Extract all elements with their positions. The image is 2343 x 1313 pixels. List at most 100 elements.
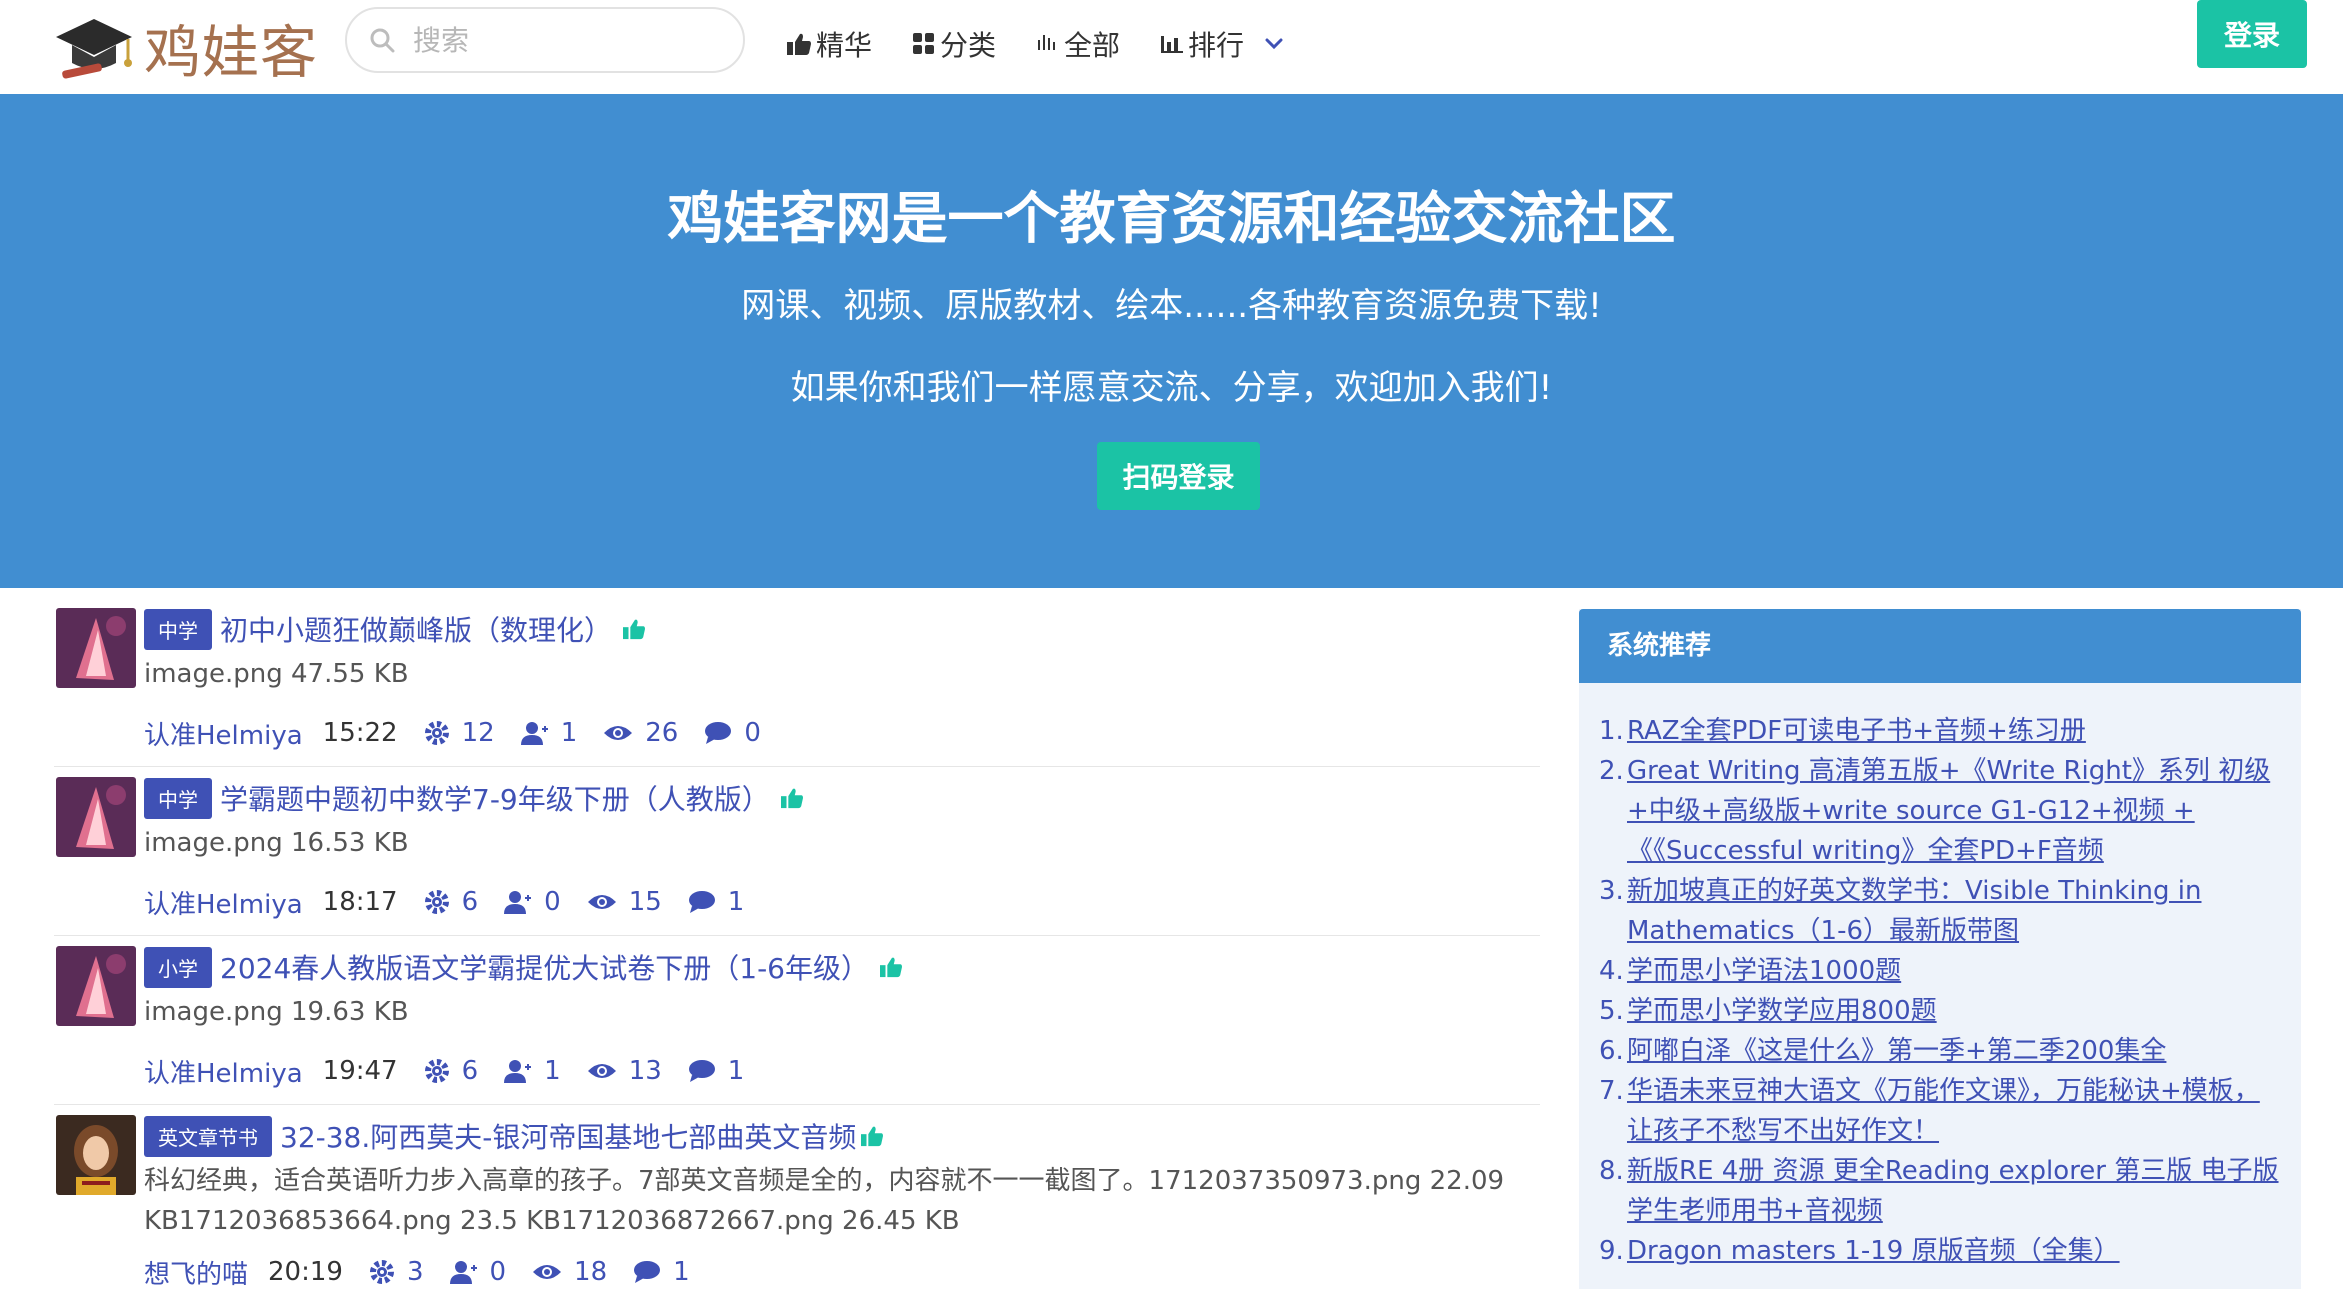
author-link[interactable]: 认准Helmiya — [144, 715, 303, 752]
eye-icon — [604, 726, 633, 740]
nav-ranking-label: 排行 — [1188, 29, 1245, 62]
nav-categories[interactable]: 分类 — [912, 24, 996, 64]
post-item: 英文章节书 32-38.阿西莫夫-银河帝国基地七部曲英文音频 科幻经典，适合英语… — [54, 1113, 1540, 1313]
site-logo[interactable]: 鸡娃客 — [52, 8, 318, 88]
gear-icon — [424, 890, 449, 914]
recommendation-list: 1. RAZ全套PDF可读电子书+音频+练习册 2. Great Writing 高… — [1579, 683, 2301, 1271]
nav-featured-label: 精华 — [816, 29, 873, 62]
like-count: 12 — [424, 718, 495, 748]
post-meta: 认准Helmiya 15:22 12 1 26 0 — [144, 708, 1540, 758]
like-count: 6 — [424, 1056, 478, 1086]
hero-banner: 鸡娃客网是一个教育资源和经验交流社区 网课、视频、原版教材、绘本......各种… — [0, 94, 2343, 588]
sidebar-title: 系统推荐 — [1579, 609, 2301, 683]
graduation-cap-icon — [56, 19, 132, 79]
recommend-link[interactable]: 阿嘟白泽《这是什么》第一季+第二季200集全 — [1627, 1031, 2166, 1071]
grid-icon — [913, 33, 935, 54]
post-item: 中学 学霸题中题初中数学7-9年级下册（人教版） image.png 16.53… — [54, 775, 1540, 936]
hero-title: 鸡娃客网是一个教育资源和经验交流社区 — [667, 187, 1676, 252]
comment-count: 1 — [688, 887, 744, 917]
search-icon — [370, 28, 395, 53]
eye-icon — [587, 1064, 616, 1078]
post-title-link[interactable]: 学霸题中题初中数学7-9年级下册（人教版） — [220, 778, 770, 818]
recommend-link[interactable]: 学而思小学语法1000题 — [1627, 951, 1901, 991]
post-feed: 中学 初中小题狂做巅峰版（数理化） image.png 47.55 KB 认准H… — [54, 606, 1540, 1313]
user-plus-icon — [504, 1060, 532, 1083]
logo-text: 鸡娃客 — [144, 20, 318, 86]
featured-thumbs-up-icon — [623, 619, 646, 640]
qr-login-button[interactable]: 扫码登录 — [1097, 442, 1260, 510]
featured-thumbs-up-icon — [880, 957, 902, 978]
avatar[interactable] — [56, 1115, 136, 1195]
list-item: 3. 新加坡真正的好英文数学书：Visible Thinking in Mathe… — [1599, 871, 2283, 951]
user-plus-icon — [504, 891, 532, 914]
gear-icon — [424, 1059, 449, 1083]
nav-all[interactable]: 全部 — [1036, 24, 1120, 64]
view-count: 13 — [587, 1056, 662, 1086]
chevron-down-icon[interactable] — [1262, 32, 1286, 56]
gear-icon — [424, 721, 449, 745]
follower-count: 0 — [449, 1257, 506, 1287]
author-link[interactable]: 认准Helmiya — [144, 884, 303, 921]
top-header: 鸡娃客 精华 分类 全部 — [0, 0, 2343, 94]
recommend-link[interactable]: Dragon masters 1-19 原版音频（全集） — [1627, 1231, 2120, 1271]
follower-count: 0 — [504, 887, 561, 917]
post-meta: 认准Helmiya 18:17 6 0 15 1 — [144, 877, 1540, 927]
thumbs-up-icon — [787, 33, 811, 55]
main-nav: 精华 分类 全部 排行 — [786, 20, 1330, 68]
nav-featured[interactable]: 精华 — [786, 24, 872, 64]
nav-ranking[interactable]: 排行 — [1160, 24, 1290, 64]
featured-thumbs-up-icon — [780, 788, 803, 809]
post-title-link[interactable]: 2024春人教版语文学霸提优大试卷下册（1-6年级） — [220, 947, 869, 987]
login-button[interactable]: 登录 — [2197, 0, 2307, 68]
eye-icon — [533, 1265, 562, 1279]
comment-count: 1 — [688, 1056, 744, 1086]
nav-all-label: 全部 — [1064, 29, 1121, 62]
category-tag[interactable]: 小学 — [144, 946, 212, 988]
bar-chart-icon — [1161, 36, 1184, 53]
comment-icon — [688, 1060, 715, 1082]
category-tag[interactable]: 英文章节书 — [144, 1115, 272, 1157]
category-tag[interactable]: 中学 — [144, 608, 212, 650]
post-description: 科幻经典，适合英语听力步入高章的孩子。7部英文音频是全的，内容就不一一截图了。1… — [144, 1166, 1505, 1236]
view-count: 15 — [587, 887, 662, 917]
recommend-link[interactable]: RAZ全套PDF可读电子书+音频+练习册 — [1627, 711, 2086, 751]
recommend-link[interactable]: 学而思小学数学应用800题 — [1627, 991, 1937, 1031]
avatar[interactable] — [56, 608, 136, 688]
post-description: image.png 47.55 KB — [144, 659, 409, 689]
search-box[interactable] — [345, 7, 745, 73]
view-count: 26 — [603, 718, 678, 748]
post-title-link[interactable]: 初中小题狂做巅峰版（数理化） — [220, 609, 612, 649]
comment-icon — [705, 722, 732, 744]
post-meta: 认准Helmiya 19:47 6 1 13 1 — [144, 1046, 1540, 1096]
list-item: 4. 学而思小学语法1000题 — [1599, 951, 2283, 991]
post-item: 小学 2024春人教版语文学霸提优大试卷下册（1-6年级） image.png … — [54, 944, 1540, 1105]
post-time: 15:22 — [322, 718, 398, 748]
recommend-link[interactable]: Great Writing 高清第五版+《Write Right》系列 初级+中… — [1627, 751, 2283, 871]
featured-thumbs-up-icon — [861, 1126, 884, 1147]
author-link[interactable]: 想飞的喵 — [144, 1254, 248, 1291]
search-input[interactable] — [411, 22, 715, 58]
view-count: 18 — [532, 1257, 607, 1287]
category-tag[interactable]: 中学 — [144, 777, 212, 819]
list-item: 8. 新版RE 4册 资源 更全Reading explorer 第三版 电子版 … — [1599, 1151, 2283, 1231]
recommend-link[interactable]: 新加坡真正的好英文数学书：Visible Thinking in Mathema… — [1627, 871, 2283, 951]
follower-count: 1 — [520, 718, 577, 748]
bars-icon — [1038, 35, 1056, 50]
avatar[interactable] — [56, 777, 136, 857]
post-item: 中学 初中小题狂做巅峰版（数理化） image.png 47.55 KB 认准H… — [54, 606, 1540, 767]
post-title-link[interactable]: 32-38.阿西莫夫-银河帝国基地七部曲英文音频 — [280, 1116, 856, 1156]
user-plus-icon — [520, 722, 548, 745]
comment-icon — [634, 1261, 661, 1283]
list-item: 2. Great Writing 高清第五版+《Write Right》系列 初级… — [1599, 751, 2283, 871]
user-plus-icon — [449, 1261, 477, 1284]
recommend-link[interactable]: 华语未来豆神大语文《万能作文课》，万能秘诀+模板，让孩子不愁写不出好作文！ — [1627, 1071, 2283, 1151]
recommend-link[interactable]: 新版RE 4册 资源 更全Reading explorer 第三版 电子版 学生… — [1627, 1151, 2283, 1231]
comment-count: 1 — [633, 1257, 690, 1287]
list-item: 6. 阿嘟白泽《这是什么》第一季+第二季200集全 — [1599, 1031, 2283, 1071]
author-link[interactable]: 认准Helmiya — [144, 1053, 303, 1090]
avatar[interactable] — [56, 946, 136, 1026]
hero-subtitle-2: 如果你和我们一样愿意交流、分享，欢迎加入我们! — [790, 368, 1553, 408]
list-item: 7. 华语未来豆神大语文《万能作文课》，万能秘诀+模板，让孩子不愁写不出好作文！ — [1599, 1071, 2283, 1151]
list-item: 5. 学而思小学数学应用800题 — [1599, 991, 2283, 1031]
post-meta: 想飞的喵 20:19 3 0 18 1 — [144, 1247, 1540, 1297]
